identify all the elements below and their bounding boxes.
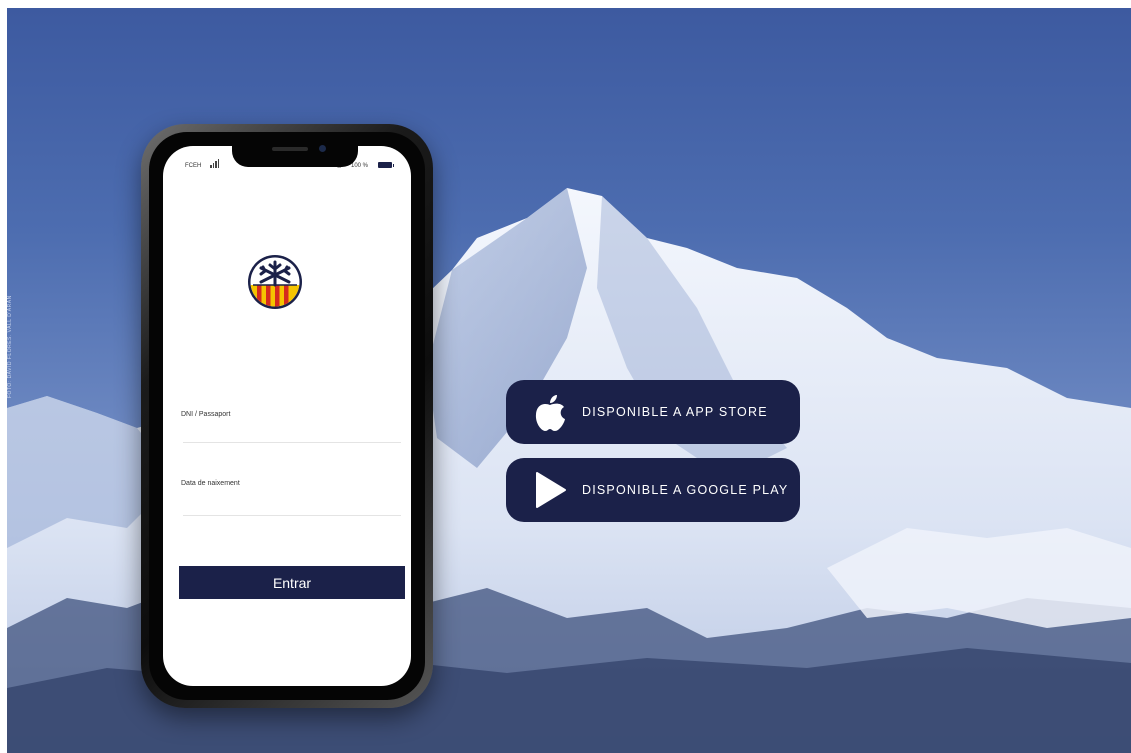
play-icon <box>532 470 568 510</box>
birthdate-field-label: Data de naixement <box>181 480 240 487</box>
app-store-button[interactable]: DISPONIBLE A APP STORE <box>506 380 800 444</box>
app-login-screen: FCEH 16:03 ◷ 100 % <box>163 146 411 686</box>
phone-mockup: FCEH 16:03 ◷ 100 % <box>141 124 433 708</box>
apple-icon <box>532 392 568 432</box>
dni-input[interactable] <box>183 442 401 443</box>
app-store-label: DISPONIBLE A APP STORE <box>582 405 768 419</box>
google-play-button[interactable]: DISPONIBLE A GOOGLE PLAY <box>506 458 800 522</box>
phone-bezel: FCEH 16:03 ◷ 100 % <box>149 132 425 700</box>
photo-credit: FOTO: DAVID FLORES. VALL D'ARAN <box>7 295 13 398</box>
speaker-grill <box>272 147 308 151</box>
login-button[interactable]: Entrar <box>179 566 405 599</box>
battery-percentage: 100 % <box>351 163 369 169</box>
carrier-name: FCEH <box>185 163 202 169</box>
signal-icon <box>210 159 219 168</box>
dni-field-label: DNI / Passaport <box>181 411 231 418</box>
battery-icon <box>378 162 394 168</box>
phone-notch <box>232 139 358 167</box>
snowflake-catalan-flag-logo <box>248 255 302 309</box>
camera-icon <box>319 145 326 152</box>
birthdate-input[interactable] <box>183 515 401 516</box>
google-play-label: DISPONIBLE A GOOGLE PLAY <box>582 483 789 497</box>
